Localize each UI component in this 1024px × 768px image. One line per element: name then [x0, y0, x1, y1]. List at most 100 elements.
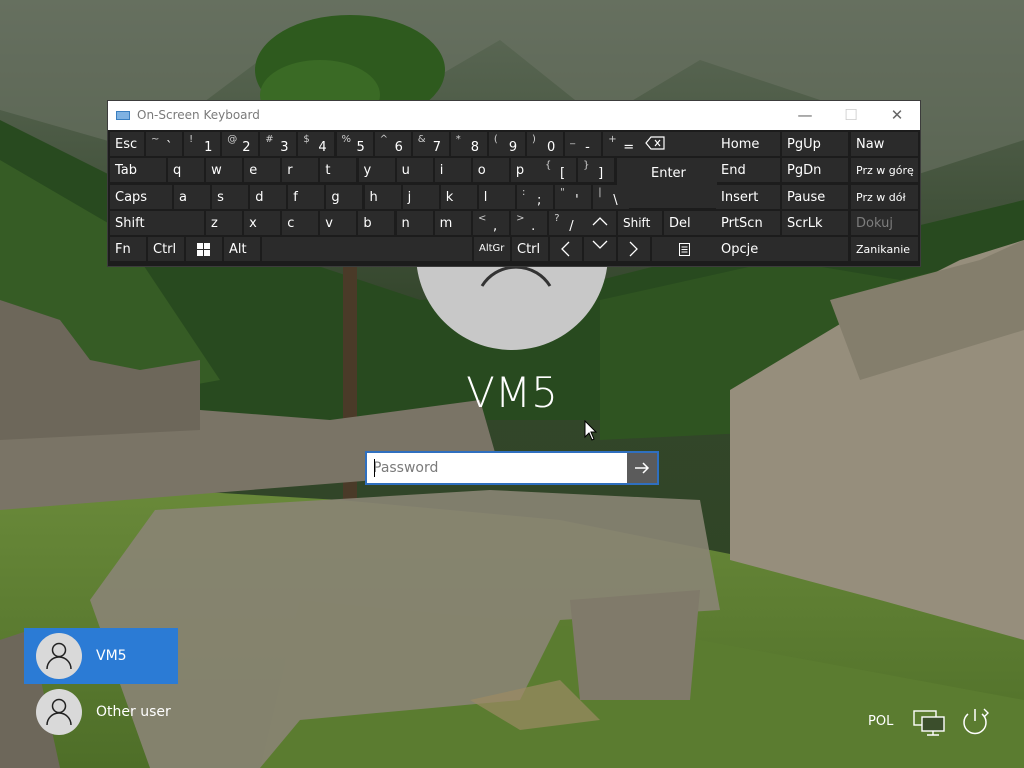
key-naw[interactable]: Naw: [851, 132, 918, 156]
key-0[interactable]: ) 0: [527, 132, 563, 156]
key-space[interactable]: [262, 237, 472, 261]
key-label: k: [445, 190, 454, 205]
user-tile-vm5[interactable]: VM5: [24, 628, 178, 684]
key-esc[interactable]: Esc: [110, 132, 144, 156]
key-shift-right[interactable]: Shift: [618, 211, 662, 235]
key-9[interactable]: (9: [488, 132, 525, 156]
key-ctrl-right[interactable]: Ctrl: [512, 237, 548, 261]
key-w[interactable]: w: [206, 158, 243, 182]
key-scrlk[interactable]: ScrLk: [782, 211, 848, 235]
key-6[interactable]: ^ 6: [374, 132, 411, 156]
key-arrow-up[interactable]: [584, 211, 616, 235]
key-e[interactable]: e: [244, 158, 281, 182]
submit-button[interactable]: [627, 453, 657, 483]
key-arrow-left[interactable]: [550, 237, 582, 261]
key-3[interactable]: #3: [260, 132, 297, 156]
minimize-button[interactable]: —: [782, 101, 828, 130]
key-enter[interactable]: Enter: [617, 158, 717, 208]
key-l[interactable]: l: [478, 185, 515, 209]
key-fn[interactable]: Fn: [110, 237, 146, 261]
osk-title-bar[interactable]: On-Screen Keyboard — ☐ ✕: [108, 101, 920, 130]
key-menu[interactable]: [652, 237, 717, 261]
key-label: n: [401, 216, 410, 231]
key-f[interactable]: f: [288, 185, 325, 209]
menu-icon: [679, 243, 690, 256]
key--[interactable]: _ -: [565, 132, 602, 156]
key-t[interactable]: t: [320, 158, 357, 182]
key-z[interactable]: z: [206, 211, 242, 235]
key-opcje[interactable]: Opcje: [716, 237, 848, 261]
key-backspace[interactable]: [639, 132, 717, 156]
key-alt[interactable]: Alt: [224, 237, 260, 261]
key-tab[interactable]: Tab: [110, 158, 166, 182]
key-d[interactable]: d: [250, 185, 287, 209]
key-m[interactable]: m: [434, 211, 471, 235]
close-button[interactable]: ✕: [874, 101, 920, 130]
key-h[interactable]: h: [364, 185, 401, 209]
key-pgdn[interactable]: PgDn: [782, 158, 848, 182]
key-end[interactable]: End: [716, 158, 780, 182]
user-tile-other[interactable]: Other user: [24, 684, 178, 740]
key-punct[interactable]: | \: [593, 185, 630, 209]
key-dokuj[interactable]: Dokuj: [851, 211, 918, 235]
key-2[interactable]: @2: [222, 132, 259, 156]
key-punct[interactable]: ? /: [549, 211, 586, 235]
key-y[interactable]: y: [358, 158, 395, 182]
key-zanikanie[interactable]: Zanikanie: [851, 237, 918, 261]
language-indicator[interactable]: POL: [868, 714, 893, 729]
key-1[interactable]: ! 1: [184, 132, 221, 156]
network-icon[interactable]: [912, 708, 946, 736]
key-a[interactable]: a: [174, 185, 210, 209]
key-home[interactable]: Home: [716, 132, 780, 156]
key-j[interactable]: j: [402, 185, 439, 209]
key-g[interactable]: g: [326, 185, 363, 209]
key-v[interactable]: v: [320, 211, 357, 235]
key-label: y: [363, 163, 372, 178]
key-altgr[interactable]: AltGr: [474, 237, 510, 261]
key-punct[interactable]: >.: [511, 211, 548, 235]
key-`[interactable]: ~ `: [146, 132, 182, 156]
power-icon[interactable]: [958, 705, 992, 739]
key-c[interactable]: c: [282, 211, 319, 235]
key-caps[interactable]: Caps: [110, 185, 172, 209]
key-windows[interactable]: [186, 237, 222, 261]
key-pgup[interactable]: PgUp: [782, 132, 848, 156]
key-q[interactable]: q: [168, 158, 204, 182]
key-arrow-right[interactable]: [618, 237, 650, 261]
key-shift-left[interactable]: Shift: [110, 211, 204, 235]
key-x[interactable]: x: [244, 211, 281, 235]
key-b[interactable]: b: [358, 211, 395, 235]
key-prz-w-dol[interactable]: Prz w dół: [851, 185, 918, 209]
key-prtscn[interactable]: PrtScn: [716, 211, 780, 235]
on-screen-keyboard-window: On-Screen Keyboard — ☐ ✕ Esc Tab Enter C…: [108, 101, 920, 266]
key-ctrl-left[interactable]: Ctrl: [148, 237, 184, 261]
key-8[interactable]: * 8: [450, 132, 487, 156]
key-n[interactable]: n: [396, 211, 433, 235]
key-prz-w-gore[interactable]: Prz w górę: [851, 158, 918, 182]
key-s[interactable]: s: [212, 185, 249, 209]
key-label: b: [363, 216, 372, 231]
key-del[interactable]: Del: [664, 211, 717, 235]
key-label: z: [211, 216, 218, 231]
key-pause[interactable]: Pause: [782, 185, 848, 209]
key-bracket[interactable]: {[: [540, 158, 576, 182]
key-punct[interactable]: <,: [473, 211, 509, 235]
key-=[interactable]: + =: [603, 132, 640, 156]
key-7[interactable]: & 7: [412, 132, 449, 156]
key-4[interactable]: $4: [298, 132, 335, 156]
key-punct[interactable]: :;: [517, 185, 553, 209]
key-punct[interactable]: " ': [555, 185, 592, 209]
key-u[interactable]: u: [396, 158, 433, 182]
key-insert[interactable]: Insert: [716, 185, 780, 209]
key-5[interactable]: % 5: [336, 132, 373, 156]
key-arrow-down[interactable]: [584, 237, 616, 261]
key-bracket[interactable]: }]: [578, 158, 615, 182]
maximize-button[interactable]: ☐: [828, 101, 874, 130]
key-k[interactable]: k: [440, 185, 477, 209]
password-input[interactable]: [371, 457, 629, 479]
key-r[interactable]: r: [282, 158, 319, 182]
key-label: u: [401, 163, 410, 178]
key-o[interactable]: o: [472, 158, 509, 182]
key-i[interactable]: i: [434, 158, 471, 182]
key-shift-char: @: [227, 134, 238, 145]
